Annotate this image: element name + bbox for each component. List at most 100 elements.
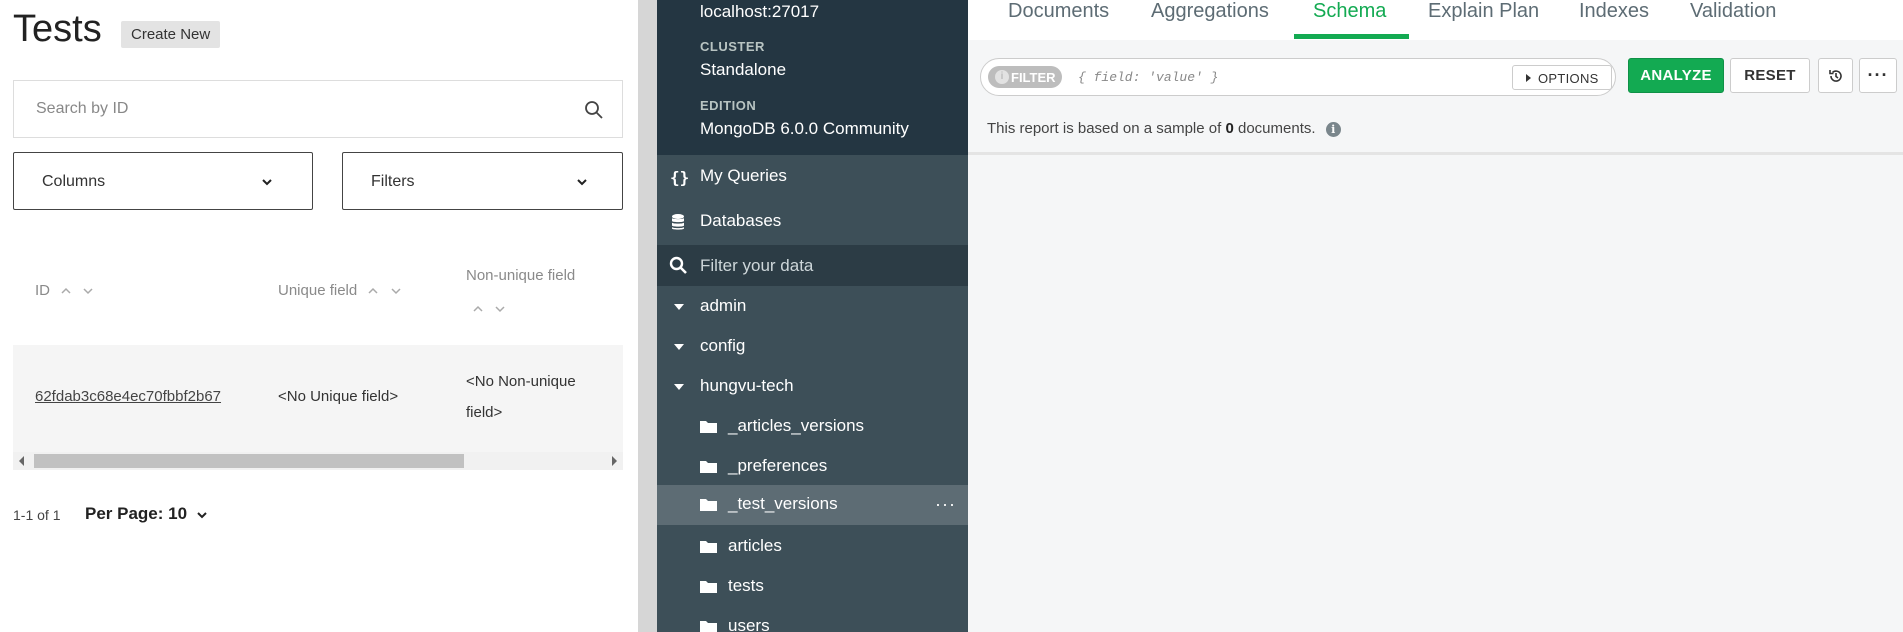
panel-splitter[interactable] — [638, 0, 657, 632]
collection-item[interactable]: users — [657, 607, 968, 632]
column-header-label: Non-unique field — [466, 267, 576, 284]
folder-icon — [700, 421, 717, 433]
folder-icon — [700, 461, 717, 473]
host-name: localhost:27017 — [700, 2, 820, 21]
query-toolbar: i FILTER OPTIONS ANALYZE RESET ··· — [968, 40, 1903, 112]
filter-data-input[interactable] — [700, 245, 960, 286]
search-box — [13, 80, 623, 138]
sidebar-filter — [657, 245, 968, 286]
sort-desc-icon[interactable] — [390, 286, 402, 296]
filters-label: Filters — [371, 173, 415, 190]
database-item-admin[interactable]: admin — [657, 287, 968, 327]
collection-label: _preferences — [728, 456, 828, 475]
edition-caption: EDITION — [700, 98, 757, 113]
per-page-select[interactable]: Per Page: 10 — [85, 504, 208, 524]
columns-dropdown[interactable]: Columns — [13, 152, 313, 210]
collection-item[interactable]: _articles_versions — [657, 407, 968, 447]
reset-button[interactable]: RESET — [1730, 58, 1810, 93]
chevron-down-icon — [262, 179, 272, 186]
sidebar-item-databases[interactable]: Databases — [657, 202, 968, 242]
tab-schema[interactable]: Schema — [1313, 0, 1386, 23]
query-bar: i FILTER OPTIONS — [980, 58, 1616, 96]
info-icon[interactable]: i — [1325, 121, 1341, 137]
collection-tabs: Documents Aggregations Schema Explain Pl… — [968, 0, 1903, 40]
report-prefix: This report is based on a sample of — [987, 120, 1222, 137]
scroll-left-icon[interactable] — [19, 456, 24, 466]
collection-item[interactable]: tests — [657, 567, 968, 607]
column-header-non-unique[interactable]: Non-unique field — [466, 267, 575, 284]
cluster-value: Standalone — [700, 60, 787, 79]
sidebar-item-label: Databases — [700, 211, 782, 230]
search-icon — [669, 256, 687, 274]
row-non-unique-cell-cont: field> — [466, 404, 503, 421]
caret-down-icon[interactable] — [674, 304, 684, 310]
row-id-link[interactable]: 62fdab3c68e4ec70fbbf2b67 — [35, 381, 221, 412]
svg-text:{}: {} — [670, 168, 689, 186]
scrollbar-thumb[interactable] — [34, 454, 464, 468]
sort-desc-icon[interactable] — [494, 304, 506, 314]
tab-explain-plan[interactable]: Explain Plan — [1428, 0, 1539, 23]
cluster-caption: CLUSTER — [700, 39, 765, 54]
folder-icon — [700, 581, 717, 593]
chevron-down-icon — [197, 511, 207, 518]
database-label: hungvu-tech — [700, 376, 794, 395]
main-panel: Documents Aggregations Schema Explain Pl… — [968, 0, 1903, 632]
collection-label: tests — [728, 576, 764, 595]
scroll-right-icon[interactable] — [612, 456, 617, 466]
column-header-label: Unique field — [278, 282, 358, 299]
collection-label: articles — [728, 536, 782, 555]
app-window: Tests Create New Columns Filters ID Uniq… — [0, 0, 1903, 632]
row-non-unique-cell: <No Non-unique — [466, 373, 576, 390]
caret-down-icon[interactable] — [674, 344, 684, 350]
database-item-config[interactable]: config — [657, 327, 968, 367]
query-history-button[interactable] — [1818, 58, 1853, 93]
sort-asc-icon[interactable] — [60, 286, 72, 296]
analyze-button[interactable]: ANALYZE — [1628, 58, 1724, 93]
sort-asc-icon[interactable] — [472, 304, 484, 314]
create-new-button[interactable]: Create New — [121, 21, 221, 48]
left-panel: Tests Create New Columns Filters ID Uniq… — [0, 0, 638, 632]
braces-icon: {} — [670, 168, 689, 186]
sort-controls — [466, 300, 506, 317]
horizontal-scrollbar[interactable] — [13, 452, 623, 470]
report-suffix: documents. — [1237, 120, 1316, 137]
tab-validation[interactable]: Validation — [1690, 0, 1776, 23]
table-row[interactable]: 62fdab3c68e4ec70fbbf2b67 <No Unique fiel… — [13, 345, 623, 455]
divider — [968, 152, 1903, 155]
database-item-hungvu-tech[interactable]: hungvu-tech — [657, 367, 968, 407]
options-label: OPTIONS — [1538, 71, 1599, 86]
collection-item-active[interactable]: _test_versions ··· — [657, 485, 968, 525]
database-icon — [672, 214, 684, 230]
sort-desc-icon[interactable] — [82, 286, 94, 296]
pagination-info: 1-1 of 1 — [13, 507, 61, 523]
history-icon — [1828, 70, 1842, 82]
collection-item[interactable]: articles — [657, 527, 968, 567]
column-header-unique[interactable]: Unique field — [278, 282, 402, 299]
search-icon[interactable] — [584, 100, 604, 120]
options-button[interactable]: OPTIONS — [1512, 65, 1612, 90]
filter-query-input[interactable] — [1078, 67, 1498, 87]
tab-indexes[interactable]: Indexes — [1579, 0, 1649, 23]
row-unique-cell: <No Unique field> — [278, 388, 399, 405]
column-header-id[interactable]: ID — [35, 282, 94, 299]
tab-aggregations[interactable]: Aggregations — [1151, 0, 1269, 23]
more-options-icon[interactable]: ··· — [935, 494, 956, 515]
database-label: admin — [700, 296, 747, 315]
sample-report: This report is based on a sample of 0 do… — [987, 120, 1341, 137]
active-tab-indicator — [1294, 34, 1409, 39]
search-input[interactable] — [14, 81, 622, 137]
info-icon: i — [995, 70, 1009, 84]
filters-dropdown[interactable]: Filters — [342, 152, 623, 210]
page-title: Tests — [13, 8, 102, 50]
caret-down-icon[interactable] — [674, 384, 684, 390]
filter-pill: i FILTER — [988, 66, 1062, 88]
collection-item[interactable]: _preferences — [657, 447, 968, 487]
sidebar-item-my-queries[interactable]: {} My Queries — [657, 157, 968, 197]
more-options-button[interactable]: ··· — [1859, 58, 1897, 93]
collection-label: _test_versions — [728, 494, 838, 513]
chevron-down-icon — [577, 179, 587, 186]
sidebar-item-label: My Queries — [700, 166, 787, 185]
folder-icon — [700, 621, 717, 632]
tab-documents[interactable]: Documents — [1008, 0, 1109, 23]
sort-asc-icon[interactable] — [367, 286, 379, 296]
